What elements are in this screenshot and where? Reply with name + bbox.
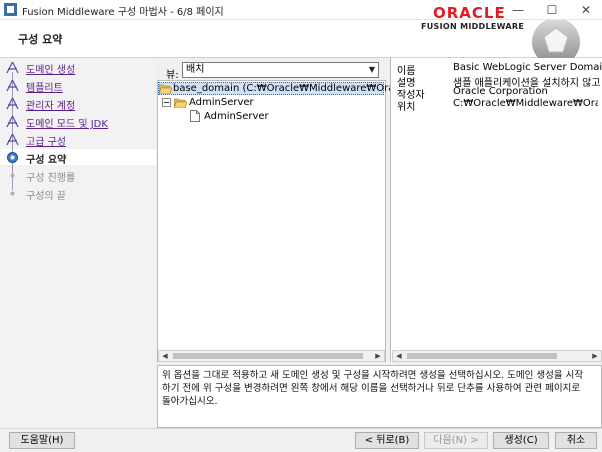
step-admin-account[interactable]: 관리자 계정: [26, 97, 75, 112]
tree-server-node[interactable]: AdminServer: [189, 97, 254, 108]
cancel-button[interactable]: 취소: [555, 432, 597, 449]
step-done-icon: [6, 61, 19, 74]
step-pending-icon: [10, 191, 15, 196]
steps-sidebar: [0, 58, 156, 428]
step-advanced-config[interactable]: 고급 구성: [26, 133, 66, 148]
page-heading: 구성 요약: [18, 33, 63, 46]
chevron-down-icon: ▼: [368, 65, 375, 74]
step-done-icon: [6, 79, 19, 92]
wizard-footer: 도움말(H) < 뒤로(B) 다음(N) > 생성(C) 취소: [0, 428, 602, 452]
description-line: 하기 전에 위 구성을 변경하려면 왼쪽 창에서 해당 이름을 선택하거나 뒤로…: [162, 383, 581, 394]
app-icon: [4, 3, 17, 16]
next-button[interactable]: 다음(N) >: [424, 432, 488, 449]
step-config-end: 구성의 끝: [26, 191, 66, 202]
prop-name-value: Basic WebLogic Server Domain: [453, 62, 602, 73]
oracle-badge-icon: [532, 20, 580, 58]
scroll-thumb[interactable]: [407, 353, 557, 359]
current-step-highlight: [0, 149, 156, 165]
folder-open-icon: [174, 98, 187, 108]
tree-root-node[interactable]: base_domain (C:₩Oracle₩Middleware₩Oracle…: [173, 83, 414, 94]
prop-location-key: 위치: [397, 102, 416, 113]
step-create-domain[interactable]: 도메인 생성: [26, 61, 75, 76]
scroll-thumb[interactable]: [173, 353, 363, 359]
document-icon: [190, 110, 200, 122]
help-button[interactable]: 도움말(H): [9, 432, 75, 449]
window-title: Fusion Middleware 구성 마법사 - 6/8 페이지: [22, 7, 224, 18]
step-config-summary: 구성 요약: [26, 155, 67, 166]
title-bar: Fusion Middleware 구성 마법사 - 6/8 페이지 — ☐ ✕: [0, 0, 602, 20]
prop-author-value: Oracle Corporation: [453, 86, 548, 97]
close-button[interactable]: ✕: [570, 0, 602, 20]
scroll-right-icon[interactable]: ▶: [589, 351, 601, 361]
step-domain-mode-jdk[interactable]: 도메인 모드 및 JDK: [26, 115, 108, 130]
view-label: 뷰:: [166, 70, 179, 81]
scroll-left-icon[interactable]: ◀: [159, 351, 171, 361]
tree-horizontal-scrollbar[interactable]: ◀ ▶: [158, 350, 385, 362]
tree-leaf-node[interactable]: AdminServer: [204, 111, 269, 122]
fusion-middleware-logo: FUSION MIDDLEWARE: [421, 22, 525, 31]
scroll-right-icon[interactable]: ▶: [372, 351, 384, 361]
step-templates[interactable]: 템플리트: [26, 79, 63, 94]
description-text: 위 옵션을 그대로 적용하고 새 도메인 생성 및 구성을 시작하려면 생성을 …: [157, 365, 602, 428]
domain-tree: [157, 80, 386, 362]
oracle-logo: ORACLE: [433, 4, 506, 22]
step-done-icon: [6, 133, 19, 146]
view-select[interactable]: 배치 ▼: [182, 62, 379, 78]
step-current-icon: [7, 152, 18, 163]
scroll-left-icon[interactable]: ◀: [393, 351, 405, 361]
properties-horizontal-scrollbar[interactable]: ◀ ▶: [392, 350, 602, 362]
folder-open-icon: [159, 84, 172, 94]
description-line: 위 옵션을 그대로 적용하고 새 도메인 생성 및 구성을 시작하려면 생성을 …: [162, 370, 584, 381]
view-selected-value: 배치: [186, 64, 205, 75]
maximize-button[interactable]: ☐: [536, 0, 568, 20]
step-config-progress: 구성 진행률: [26, 173, 76, 184]
prop-location-value: C:₩Oracle₩Middleware₩Oracle_h: [453, 98, 598, 109]
description-line: 돌아가십시오.: [162, 396, 218, 407]
step-done-icon: [6, 97, 19, 110]
collapse-icon[interactable]: [162, 98, 171, 107]
create-button[interactable]: 생성(C): [493, 432, 549, 449]
minimize-button[interactable]: —: [502, 0, 534, 20]
back-button[interactable]: < 뒤로(B): [355, 432, 419, 449]
step-done-icon: [6, 115, 19, 128]
step-pending-icon: [10, 173, 15, 178]
